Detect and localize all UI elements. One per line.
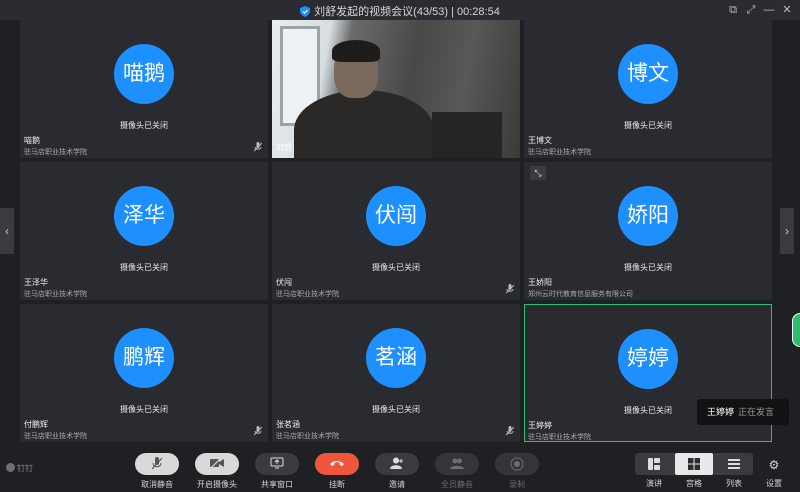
record-label: 录制 [509, 480, 525, 489]
participant-video-tile[interactable]: 刘舒 [272, 20, 520, 158]
participant-tile[interactable]: 博文 摄像头已关闭 王博文 驻马店职业技术学院 [524, 20, 772, 158]
avatar: 娇阳 [618, 186, 678, 246]
mic-muted-icon [506, 284, 514, 294]
participant-org: 驻马店职业技术学院 [24, 433, 87, 440]
share-window-button[interactable] [255, 453, 299, 475]
mic-muted-icon [151, 457, 163, 470]
participant-tile[interactable]: 伏闯 摄像头已关闭 伏闯 驻马店职业技术学院 [272, 162, 520, 300]
prev-page-arrow-icon[interactable]: ‹ [0, 208, 14, 254]
list-layout-label: 列表 [726, 479, 742, 488]
pin-label: 钉钉 [17, 464, 33, 473]
phone-hangup-icon [330, 461, 344, 466]
title-bar: 刘舒发起的视频会议(43/53) | 00:28:54 ⧉ ⤢ — ✕ [0, 0, 800, 20]
window-controls: ⧉ ⤢ — ✕ [724, 2, 796, 18]
participant-tile[interactable]: 喵鹅 摄像头已关闭 喵鹅 驻马店职业技术学院 [20, 20, 268, 158]
floating-handle[interactable] [792, 313, 800, 347]
camera-off-text: 摄像头已关闭 [120, 121, 168, 130]
participant-name: 伏闯 [276, 278, 292, 287]
unmute-label: 取消静音 [141, 480, 173, 489]
fullscreen-icon[interactable]: ⤢ [742, 2, 760, 18]
camera-off-text: 摄像头已关闭 [372, 263, 420, 272]
participant-name: 王博文 [528, 136, 552, 145]
pin-button[interactable]: 钉钉 [6, 463, 33, 474]
participant-org: 郑州云时代教育信息服务有限公司 [528, 291, 633, 298]
avatar: 鹏辉 [114, 328, 174, 388]
list-icon [728, 459, 740, 469]
layout-switcher [635, 453, 753, 475]
record-button[interactable] [495, 453, 539, 475]
gallery-layout-label: 宫格 [686, 479, 702, 488]
popout-icon[interactable]: ⧉ [724, 2, 742, 18]
participant-org: 驻马店职业技术学院 [24, 291, 87, 298]
camera-off-text: 摄像头已关闭 [120, 263, 168, 272]
share-screen-icon [270, 457, 284, 469]
hangup-button[interactable] [315, 453, 359, 475]
meeting-title: 刘舒发起的视频会议(43/53) | 00:28:54 [0, 3, 800, 19]
invite-label: 邀请 [389, 480, 405, 489]
record-icon [510, 457, 524, 471]
speaking-indicator: 王婷婷 正在发言 [697, 399, 789, 425]
shield-icon [300, 6, 311, 17]
avatar: 博文 [618, 44, 678, 104]
dingtalk-icon [6, 463, 15, 472]
participant-name: 刘舒 [276, 143, 292, 152]
next-page-arrow-icon[interactable]: › [780, 208, 794, 254]
camera-off-icon [210, 456, 224, 469]
close-icon[interactable]: ✕ [778, 2, 796, 18]
add-person-icon [390, 457, 403, 469]
mic-muted-icon [254, 142, 262, 152]
grid-icon [688, 458, 700, 470]
expand-icon[interactable]: ⤡ [530, 166, 546, 180]
mute-all-label: 全员静音 [441, 480, 473, 489]
person-hair [332, 40, 380, 62]
participant-org: 驻马店职业技术学院 [276, 433, 339, 440]
gallery-layout-button[interactable] [675, 453, 713, 475]
invite-button[interactable] [375, 453, 419, 475]
participant-name: 王婷婷 [528, 421, 552, 430]
avatar: 泽华 [114, 186, 174, 246]
avatar: 伏闯 [366, 186, 426, 246]
speaker-name: 王婷婷 [707, 407, 735, 417]
camera-off-text: 摄像头已关闭 [624, 121, 672, 130]
speaker-layout-icon [648, 458, 660, 470]
avatar: 婷婷 [618, 329, 678, 389]
gear-icon[interactable]: ⚙ [765, 458, 783, 474]
chair [432, 112, 502, 158]
participant-tile[interactable]: ⤡ 娇阳 摄像头已关闭 王娇阳 郑州云时代教育信息服务有限公司 [524, 162, 772, 300]
speaker-layout-label: 演讲 [646, 479, 662, 488]
participant-org: 驻马店职业技术学院 [528, 434, 591, 441]
avatar: 茗涵 [366, 328, 426, 388]
mic-muted-icon [254, 426, 262, 436]
minimize-icon[interactable]: — [760, 2, 778, 18]
participant-tile[interactable]: 茗涵 摄像头已关闭 张茗涵 驻马店职业技术学院 [272, 304, 520, 442]
mute-all-button[interactable] [435, 453, 479, 475]
participant-org: 驻马店职业技术学院 [276, 291, 339, 298]
participant-tile[interactable]: 鹏辉 摄像头已关闭 付鹏辉 驻马店职业技术学院 [20, 304, 268, 442]
person-body [294, 90, 434, 158]
participant-org: 驻马店职业技术学院 [24, 149, 87, 156]
settings-label: 设置 [766, 479, 782, 488]
participant-org: 驻马店职业技术学院 [528, 149, 591, 156]
participant-name: 张茗涵 [276, 420, 300, 429]
hangup-label: 挂断 [329, 480, 345, 489]
list-layout-button[interactable] [715, 453, 753, 475]
meeting-title-text: 刘舒发起的视频会议(43/53) | 00:28:54 [314, 6, 500, 18]
group-mute-icon [450, 458, 464, 469]
avatar: 喵鹅 [114, 44, 174, 104]
mic-muted-icon [506, 426, 514, 436]
participant-name: 付鹏辉 [24, 420, 48, 429]
participant-name: 喵鹅 [24, 136, 40, 145]
participant-name: 王泽华 [24, 278, 48, 287]
speaking-status: 正在发言 [738, 407, 775, 417]
participant-name: 王娇阳 [528, 278, 552, 287]
camera-button[interactable] [195, 453, 239, 475]
share-window-label: 共享窗口 [261, 480, 293, 489]
participant-tile[interactable]: 泽华 摄像头已关闭 王泽华 驻马店职业技术学院 [20, 162, 268, 300]
camera-off-text: 摄像头已关闭 [372, 405, 420, 414]
camera-off-text: 摄像头已关闭 [120, 405, 168, 414]
camera-label: 开启摄像头 [197, 480, 237, 489]
unmute-button[interactable] [135, 453, 179, 475]
speaker-layout-button[interactable] [635, 453, 673, 475]
camera-off-text: 摄像头已关闭 [624, 263, 672, 272]
